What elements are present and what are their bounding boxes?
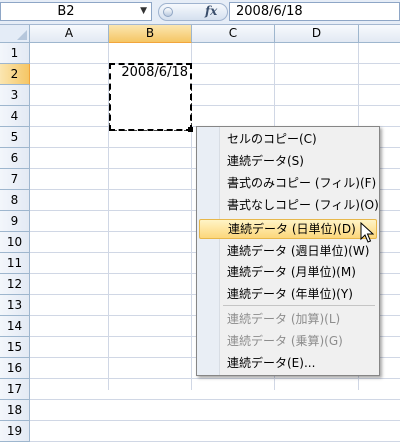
column-header-c[interactable]: C [192,25,275,43]
row-header-14[interactable]: 14 [0,316,30,337]
row-header-4[interactable]: 4 [0,106,30,127]
row-header-10[interactable]: 10 [0,232,30,253]
row-header-11[interactable]: 11 [0,253,30,274]
insert-function-button[interactable]: fx [205,4,217,18]
row-header-18[interactable]: 18 [0,400,30,421]
row-header-2[interactable]: 2 [0,64,30,85]
menu-item-fill-months[interactable]: 連続データ (月単位)(M) [199,262,377,282]
row-header-7[interactable]: 7 [0,169,30,190]
menu-item-fill-years[interactable]: 連続データ (年単位)(Y) [199,284,377,304]
row-header-15[interactable]: 15 [0,337,30,358]
menu-item-copy-cells[interactable]: セルのコピー(C) [199,129,377,149]
menu-item-fill-without-formatting[interactable]: 書式なしコピー (フィル)(O) [199,195,379,215]
row-header-19[interactable]: 19 [0,421,30,442]
formula-input[interactable]: 2008/6/18 [229,2,400,21]
gridline [30,105,400,106]
menu-separator [223,305,375,306]
column-header-b[interactable]: B [109,25,192,43]
menu-item-series-dialog[interactable]: 連続データ(E)... [199,353,377,373]
formula-bar-controls: fx [158,3,228,21]
row-header-8[interactable]: 8 [0,190,30,211]
menu-item-fill-series[interactable]: 連続データ(S) [199,151,377,171]
fill-handle[interactable] [188,127,193,132]
formula-bar: B2 ▼ fx 2008/6/18 [0,0,400,25]
row-header-6[interactable]: 6 [0,148,30,169]
select-all-corner[interactable] [0,25,30,43]
resize-knob-icon[interactable] [163,7,173,17]
menu-item-fill-weekdays[interactable]: 連続データ (週日単位)(W) [199,241,377,261]
column-header-a[interactable]: A [30,25,109,43]
formula-value: 2008/6/18 [236,4,303,19]
row-header-5[interactable]: 5 [0,127,30,148]
menu-item-growth-trend: 連続データ (乗算)(G) [227,334,343,348]
mouse-pointer-icon [360,222,374,243]
gridline [30,378,400,379]
row-header-16[interactable]: 16 [0,358,30,379]
row-header-3[interactable]: 3 [0,85,30,106]
row-header-13[interactable]: 13 [0,295,30,316]
autofill-context-menu: セルのコピー(C) 連続データ(S) 書式のみコピー (フィル)(F) 書式なし… [196,126,380,376]
gridline [30,399,400,400]
row-header-1[interactable]: 1 [0,43,30,64]
menu-item-fill-days[interactable]: 連続データ (日単位)(D) [199,219,377,239]
gridline [30,420,400,421]
menu-item-fill-formatting-only[interactable]: 書式のみコピー (フィル)(F) [199,173,377,193]
column-header-d[interactable]: D [275,25,359,43]
column-header-e[interactable] [359,25,400,43]
gridline [30,63,400,64]
menu-item-linear-trend: 連続データ (加算)(L) [227,312,341,326]
row-header-12[interactable]: 12 [0,274,30,295]
copy-marquee [109,63,192,131]
row-header-9[interactable]: 9 [0,211,30,232]
gridline [30,84,400,85]
name-box-dropdown-icon[interactable]: ▼ [140,3,147,20]
name-box[interactable]: B2 ▼ [0,2,152,21]
name-box-value: B2 [57,4,75,19]
